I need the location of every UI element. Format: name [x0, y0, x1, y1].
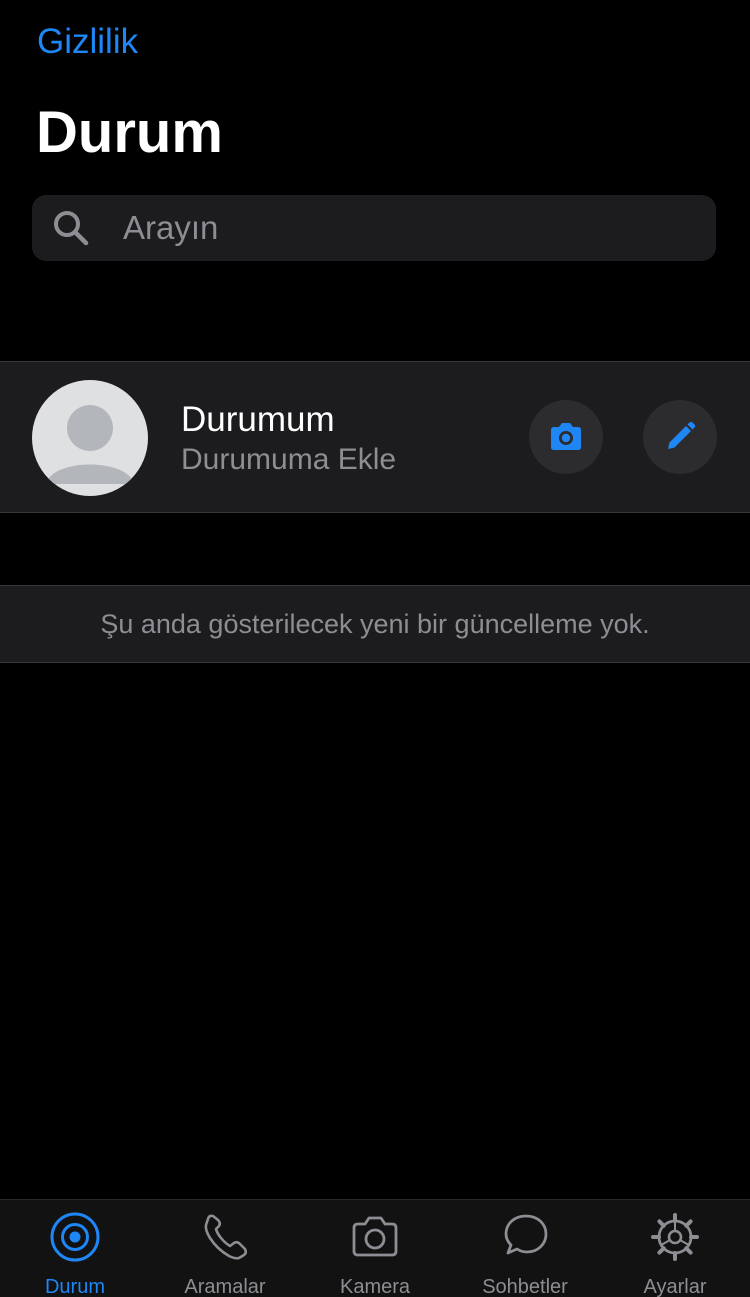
- avatar[interactable]: [32, 380, 148, 496]
- tab-kamera[interactable]: Kamera: [300, 1200, 450, 1297]
- search-input[interactable]: [120, 195, 693, 261]
- tab-sohbetler[interactable]: Sohbetler: [450, 1200, 600, 1297]
- search-icon: [54, 211, 89, 246]
- camera-icon: [352, 1216, 398, 1257]
- tab-bar: Durum Aramalar Kamera Sohbetler Ayarlar: [0, 1199, 750, 1297]
- my-status-title: Durumum: [181, 400, 335, 439]
- status-screen: Gizlilik Durum Durumum Durumuma Ekle: [0, 0, 750, 1297]
- pencil-icon: [668, 421, 696, 449]
- tab-label: Durum: [44, 1276, 105, 1297]
- tab-ayarlar[interactable]: Ayarlar: [600, 1200, 750, 1297]
- tab-durum[interactable]: Durum: [0, 1200, 150, 1297]
- camera-icon: [551, 423, 581, 450]
- default-avatar-icon: [46, 405, 134, 484]
- edit-status-button[interactable]: [643, 400, 717, 474]
- tab-label: Aramalar: [184, 1276, 266, 1297]
- camera-button[interactable]: [529, 400, 603, 474]
- my-status-subtitle: Durumuma Ekle: [181, 443, 397, 476]
- chat-icon: [504, 1214, 548, 1255]
- gear-icon: [651, 1213, 699, 1261]
- my-status-row[interactable]: Durumum Durumuma Ekle: [0, 361, 750, 513]
- phone-icon: [204, 1214, 248, 1260]
- no-updates-notice: Şu anda gösterilecek yeni bir güncelleme…: [0, 585, 750, 663]
- tab-label: Sohbetler: [482, 1276, 568, 1297]
- tab-label: Kamera: [339, 1276, 411, 1297]
- tab-aramalar[interactable]: Aramalar: [150, 1200, 300, 1297]
- tab-label: Ayarlar: [643, 1276, 707, 1297]
- status-icon: [50, 1212, 100, 1262]
- search-bar[interactable]: [32, 195, 716, 261]
- page-title: Durum: [36, 100, 223, 165]
- privacy-link[interactable]: Gizlilik: [37, 22, 138, 62]
